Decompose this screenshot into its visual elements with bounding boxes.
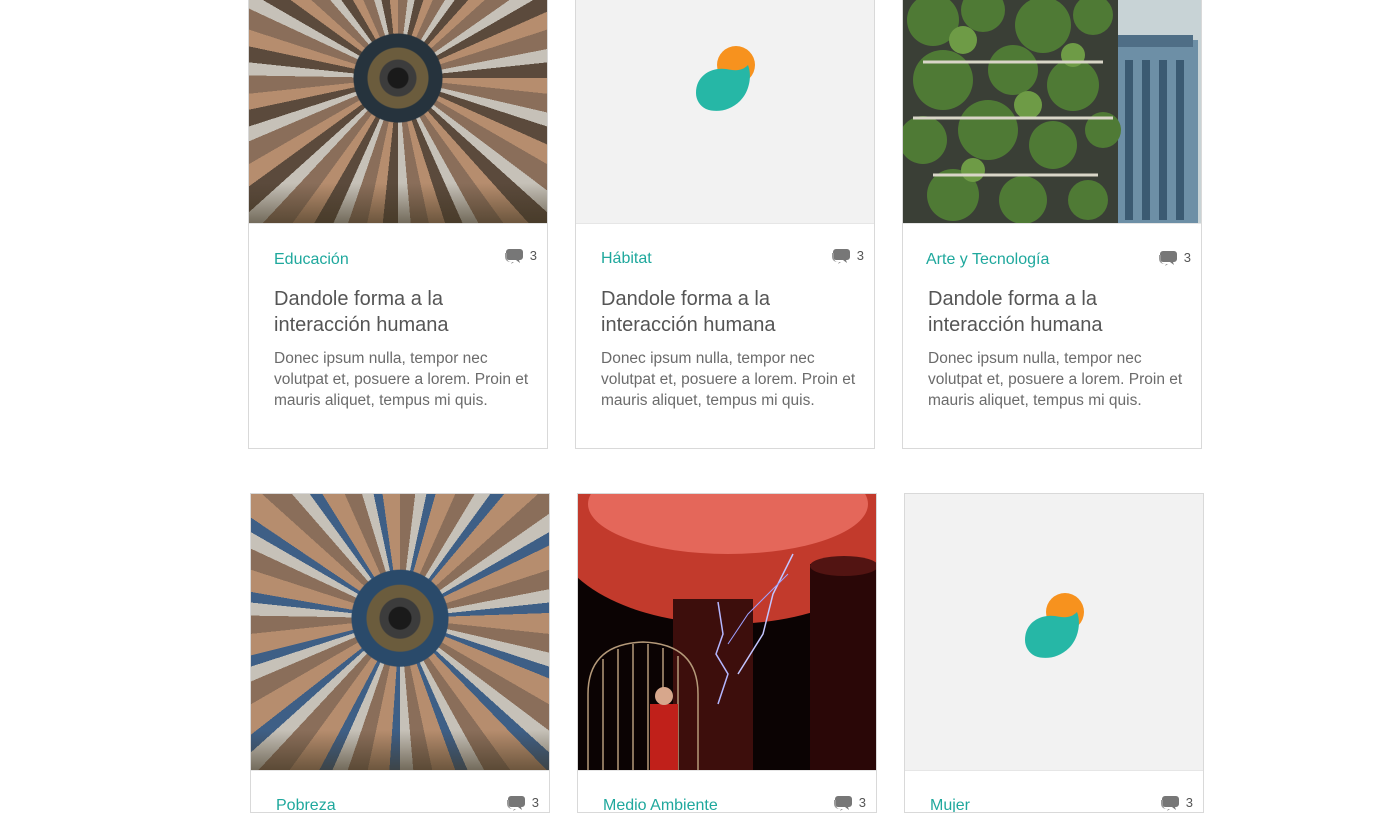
article-excerpt: Donec ipsum nulla, tempor nec volutpat e…	[601, 350, 856, 409]
article-excerpt: Donec ipsum nulla, tempor nec volutpat e…	[274, 350, 529, 409]
comment-count[interactable]: 3	[832, 793, 866, 812]
particle-detector-photo	[251, 494, 549, 770]
article-excerpt: Donec ipsum nulla, tempor nec volutpat e…	[928, 350, 1183, 409]
article-title[interactable]: Dandole forma a la interacción humana	[928, 286, 1178, 338]
comment-count-value: 3	[1183, 250, 1191, 265]
comment-count-value: 3	[858, 795, 866, 810]
comment-count-value: 3	[856, 248, 864, 263]
category-link[interactable]: Medio Ambiente	[603, 797, 718, 812]
brand-logo-icon	[696, 46, 755, 111]
comment-count[interactable]: 3	[1159, 793, 1193, 812]
comment-count-value: 3	[1185, 795, 1193, 810]
comment-count[interactable]: 3	[1157, 248, 1191, 267]
article-image[interactable]	[576, 0, 874, 224]
logo-placeholder	[905, 494, 1203, 770]
article-image[interactable]	[578, 494, 876, 771]
speech-bubbles-icon	[505, 793, 526, 812]
vertical-forest-building-photo	[903, 0, 1201, 223]
article-card[interactable]: Pobreza 3	[250, 493, 550, 813]
article-card[interactable]: Arte y Tecnología 3 Dandole forma a la i…	[902, 0, 1202, 449]
particle-detector-photo	[249, 0, 547, 223]
article-image[interactable]	[249, 0, 547, 224]
comment-count[interactable]: 3	[503, 246, 537, 265]
comment-count[interactable]: 3	[505, 793, 539, 812]
speech-bubbles-icon	[503, 246, 524, 265]
article-card[interactable]: Hábitat 3 Dandole forma a la interacción…	[575, 0, 875, 449]
article-card[interactable]: Medio Ambiente 3	[577, 493, 877, 813]
category-link[interactable]: Educación	[274, 251, 349, 269]
logo-placeholder	[576, 0, 874, 223]
article-card[interactable]: Educación 3 Dandole forma a la interacci…	[248, 0, 548, 449]
article-title[interactable]: Dandole forma a la interacción humana	[601, 286, 851, 338]
speech-bubbles-icon	[1157, 248, 1178, 267]
article-card[interactable]: Mujer 3	[904, 493, 1204, 813]
article-image[interactable]	[251, 494, 549, 771]
brand-logo-icon	[1025, 593, 1084, 658]
comment-count-value: 3	[529, 248, 537, 263]
speech-bubbles-icon	[832, 793, 853, 812]
category-link[interactable]: Pobreza	[276, 797, 336, 812]
tesla-coil-photo	[578, 494, 876, 770]
category-link[interactable]: Hábitat	[601, 250, 652, 268]
article-image[interactable]	[905, 494, 1203, 771]
article-image[interactable]	[903, 0, 1201, 224]
article-grid: Educación 3 Dandole forma a la interacci…	[0, 0, 1400, 813]
speech-bubbles-icon	[830, 246, 851, 265]
comment-count-value: 3	[531, 795, 539, 810]
article-title[interactable]: Dandole forma a la interacción humana	[274, 286, 524, 338]
comment-count[interactable]: 3	[830, 246, 864, 265]
category-link[interactable]: Mujer	[930, 797, 970, 812]
speech-bubbles-icon	[1159, 793, 1180, 812]
category-link[interactable]: Arte y Tecnología	[926, 251, 1049, 269]
